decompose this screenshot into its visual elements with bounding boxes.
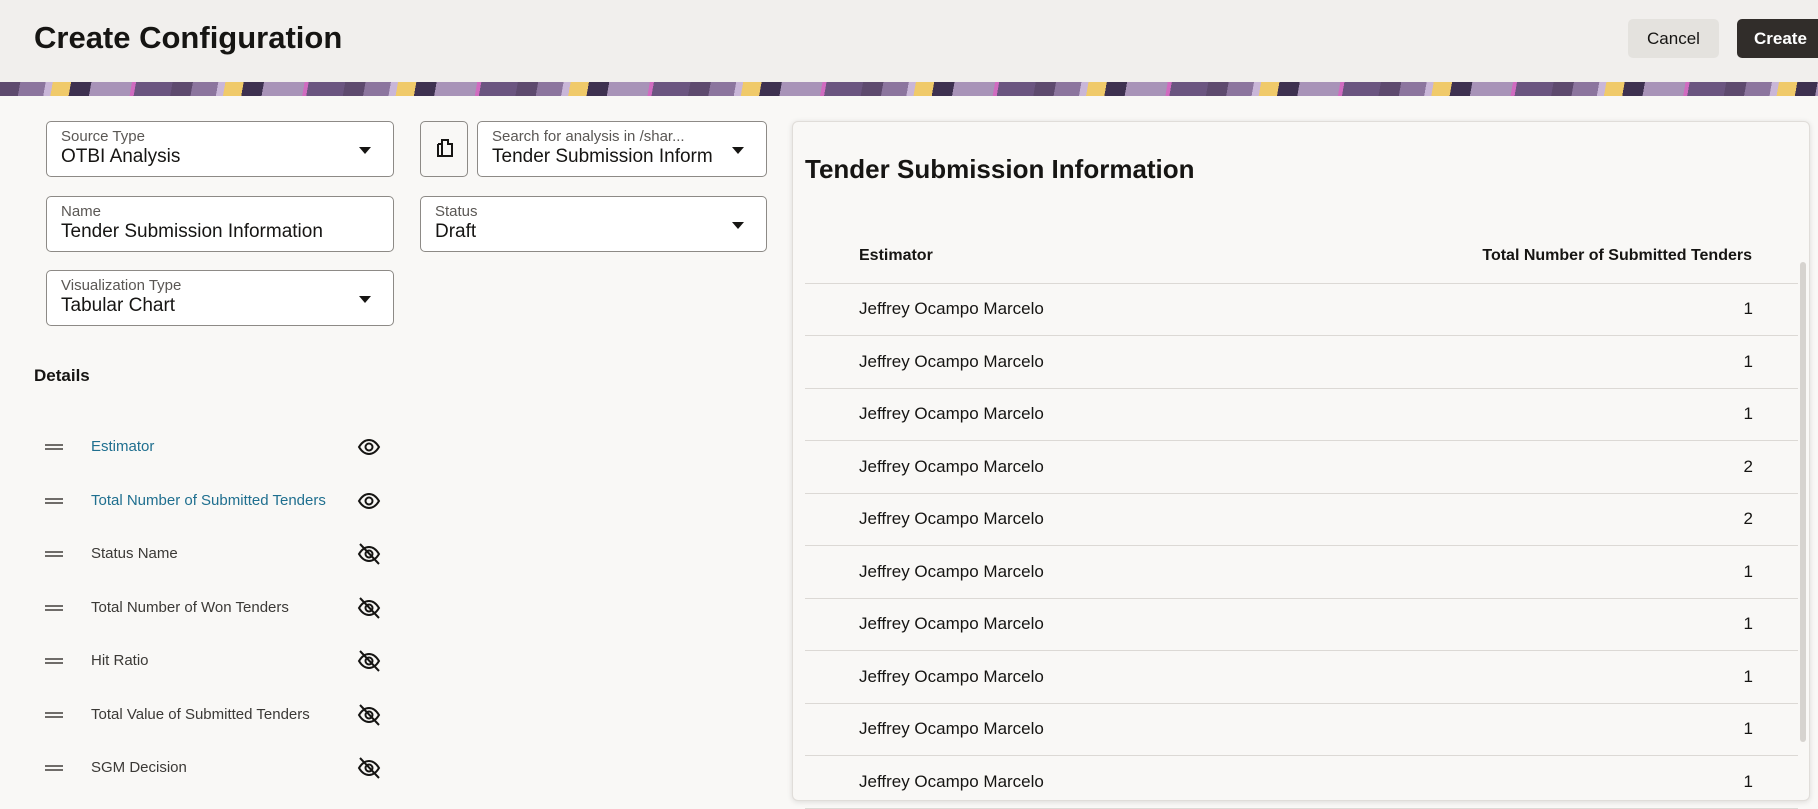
submitted-count-cell: 1: [1743, 351, 1753, 371]
detail-item[interactable]: Total Number of Won Tenders: [0, 593, 420, 623]
detail-item-label[interactable]: Estimator: [91, 438, 154, 455]
analysis-search-select[interactable]: Search for analysis in /shar... Tender S…: [477, 121, 767, 177]
detail-item-label: Hit Ratio: [91, 652, 149, 669]
eye-off-icon[interactable]: [356, 541, 382, 567]
drag-handle-icon[interactable]: [45, 497, 63, 504]
drag-handle-icon[interactable]: [45, 658, 63, 664]
create-button[interactable]: Create: [1737, 19, 1818, 58]
column-header-total-submitted[interactable]: Total Number of Submitted Tenders: [1482, 247, 1752, 265]
table-row[interactable]: Jeffrey Ocampo Marcelo 2: [805, 494, 1798, 546]
table-row[interactable]: Jeffrey Ocampo Marcelo 1: [805, 547, 1798, 599]
table-row[interactable]: Jeffrey Ocampo Marcelo 2: [805, 442, 1798, 494]
submitted-count-cell: 1: [1743, 299, 1753, 318]
detail-item[interactable]: Estimator: [0, 432, 420, 462]
estimator-cell: Jeffrey Ocampo Marcelo: [859, 666, 1044, 686]
table-row[interactable]: Jeffrey Ocampo Marcelo 1: [805, 337, 1798, 389]
preview-title: Tender Submission Information: [805, 154, 1195, 184]
detail-item[interactable]: SGM Decision: [0, 753, 420, 783]
submitted-count-cell: 2: [1743, 509, 1753, 528]
column-header-estimator[interactable]: Estimator: [859, 247, 933, 265]
chevron-down-icon: [732, 222, 744, 229]
scrollbar[interactable]: [1800, 262, 1806, 742]
submitted-count-cell: 1: [1743, 771, 1753, 791]
details-heading: Details: [34, 366, 90, 385]
name-value: Tender Submission Information: [61, 221, 323, 242]
detail-item[interactable]: Total Number of Submitted Tenders: [0, 486, 420, 516]
detail-item[interactable]: Total Value of Submitted Tenders: [0, 700, 420, 730]
submitted-count-cell: 1: [1743, 561, 1753, 581]
estimator-cell: Jeffrey Ocampo Marcelo: [859, 351, 1044, 371]
drag-handle-icon[interactable]: [45, 765, 63, 771]
estimator-cell: Jeffrey Ocampo Marcelo: [859, 509, 1044, 528]
detail-item-label: Total Number of Won Tenders: [91, 598, 289, 616]
estimator-cell: Jeffrey Ocampo Marcelo: [859, 299, 1044, 318]
drag-handle-icon[interactable]: [45, 711, 63, 718]
chevron-down-icon: [359, 147, 371, 154]
drag-handle-icon[interactable]: [45, 551, 63, 557]
page-title: Create Configuration: [34, 20, 343, 55]
copy-icon: [437, 139, 453, 157]
submitted-count-cell: 1: [1743, 719, 1753, 738]
name-label: Name: [61, 203, 102, 220]
table-row[interactable]: Jeffrey Ocampo Marcelo 1: [805, 652, 1798, 704]
copy-button[interactable]: [420, 121, 468, 177]
eye-off-icon[interactable]: [356, 755, 382, 781]
name-input[interactable]: Name Tender Submission Information: [46, 196, 394, 252]
estimator-cell: Jeffrey Ocampo Marcelo: [859, 404, 1044, 423]
estimator-cell: Jeffrey Ocampo Marcelo: [859, 771, 1044, 791]
table-row[interactable]: Jeffrey Ocampo Marcelo 1: [805, 389, 1798, 441]
table-row[interactable]: Jeffrey Ocampo Marcelo 1: [805, 599, 1798, 651]
submitted-count-cell: 1: [1743, 614, 1753, 633]
eye-off-icon[interactable]: [356, 702, 382, 728]
visualization-type-select[interactable]: Visualization Type Tabular Chart: [46, 270, 394, 326]
status-select[interactable]: Status Draft: [420, 196, 767, 252]
analysis-search-label: Search for analysis in /shar...: [492, 128, 685, 145]
submitted-count-cell: 1: [1743, 404, 1753, 423]
table-row[interactable]: Jeffrey Ocampo Marcelo 1: [805, 704, 1798, 756]
detail-item-label: SGM Decision: [91, 759, 187, 776]
source-type-value: OTBI Analysis: [61, 146, 181, 167]
eye-icon[interactable]: [356, 488, 382, 514]
decorative-banner: [0, 82, 1818, 96]
drag-handle-icon[interactable]: [45, 444, 63, 450]
cancel-button[interactable]: Cancel: [1628, 19, 1719, 58]
eye-off-icon[interactable]: [356, 595, 382, 621]
detail-item[interactable]: Status Name: [0, 539, 420, 569]
chevron-down-icon: [359, 296, 371, 303]
chevron-down-icon: [732, 147, 744, 154]
source-type-select[interactable]: Source Type OTBI Analysis: [46, 121, 394, 177]
submitted-count-cell: 1: [1743, 666, 1753, 686]
detail-item-label: Total Value of Submitted Tenders: [91, 705, 310, 723]
detail-item-label: Status Name: [91, 545, 178, 562]
submitted-count-cell: 2: [1743, 456, 1753, 476]
drag-handle-icon[interactable]: [45, 604, 63, 611]
detail-item-label[interactable]: Total Number of Submitted Tenders: [91, 492, 326, 509]
visualization-type-label: Visualization Type: [61, 277, 182, 294]
page-header: Create Configuration Cancel Create: [0, 0, 1818, 82]
estimator-cell: Jeffrey Ocampo Marcelo: [859, 561, 1044, 581]
source-type-label: Source Type: [61, 128, 145, 145]
estimator-cell: Jeffrey Ocampo Marcelo: [859, 719, 1044, 738]
estimator-cell: Jeffrey Ocampo Marcelo: [859, 614, 1044, 633]
analysis-search-value: Tender Submission Inform: [492, 146, 713, 167]
visualization-type-value: Tabular Chart: [61, 295, 176, 316]
eye-icon[interactable]: [356, 434, 382, 460]
status-value: Draft: [435, 221, 477, 242]
estimator-cell: Jeffrey Ocampo Marcelo: [859, 456, 1044, 476]
preview-panel: Tender Submission Information Estimator …: [792, 121, 1810, 809]
detail-item[interactable]: Hit Ratio: [0, 646, 420, 676]
status-label: Status: [435, 203, 478, 220]
table-row[interactable]: Jeffrey Ocampo Marcelo 1: [805, 757, 1798, 809]
table-row[interactable]: Jeffrey Ocampo Marcelo 1: [805, 284, 1798, 336]
eye-off-icon[interactable]: [356, 648, 382, 674]
